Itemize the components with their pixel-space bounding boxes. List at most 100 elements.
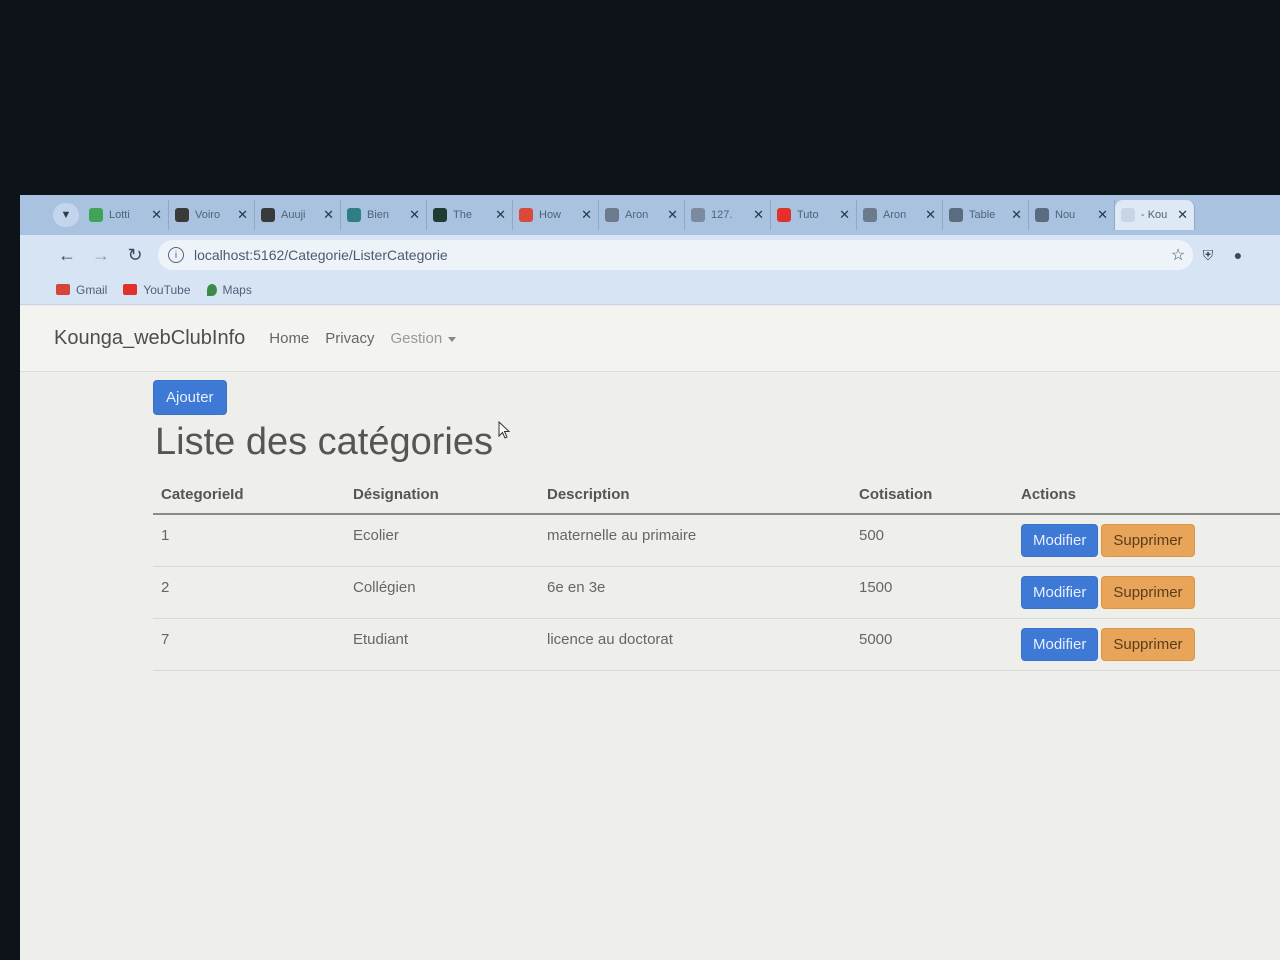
- edit-button[interactable]: Modifier: [1021, 628, 1099, 661]
- browser-tab[interactable]: Auuji ✕: [255, 200, 341, 230]
- tab-label: Tuto: [797, 209, 819, 221]
- browser-tab[interactable]: The ✕: [427, 200, 513, 230]
- browser-toolbar: ← → ↻ i localhost:5162/Categorie/ListerC…: [20, 235, 1280, 275]
- youtube-icon: [123, 284, 138, 295]
- delete-button[interactable]: Supprimer: [1101, 628, 1195, 661]
- bookmark-maps[interactable]: Maps: [206, 283, 252, 297]
- tab-favicon-icon: [1121, 208, 1135, 222]
- browser-tab[interactable]: Bien ✕: [341, 200, 427, 230]
- maps-icon: [206, 283, 217, 296]
- cell-designation: Etudiant: [345, 618, 539, 671]
- col-header-id: CategorieId: [153, 478, 345, 515]
- cell-id: 1: [153, 514, 345, 567]
- tab-label: Lotti: [109, 209, 130, 221]
- tab-favicon-icon: [863, 208, 877, 222]
- browser-tab[interactable]: Tuto ✕: [771, 200, 857, 230]
- tab-favicon-icon: [777, 208, 791, 222]
- add-button[interactable]: Ajouter: [153, 380, 227, 415]
- cell-cotisation: 5000: [851, 618, 1013, 671]
- cell-description: 6e en 3e: [539, 566, 851, 619]
- tab-close-icon[interactable]: ✕: [237, 207, 248, 223]
- browser-tab[interactable]: How ✕: [513, 200, 599, 230]
- cell-description: maternelle au primaire: [539, 514, 851, 567]
- tab-close-icon[interactable]: ✕: [839, 207, 850, 223]
- tab-favicon-icon: [691, 208, 705, 222]
- bookmark-youtube[interactable]: YouTube: [123, 283, 191, 297]
- nav-gestion-dropdown[interactable]: Gestion: [390, 330, 457, 347]
- cell-actions: Modifier Supprimer: [1013, 618, 1280, 671]
- tab-close-icon[interactable]: ✕: [1097, 207, 1108, 223]
- nav-gestion-label: Gestion: [390, 330, 443, 347]
- cell-id: 2: [153, 566, 345, 619]
- gmail-icon: [56, 284, 70, 295]
- col-header-actions: Actions: [1013, 478, 1280, 515]
- browser-tab[interactable]: Table ✕: [943, 200, 1029, 230]
- tab-close-icon[interactable]: ✕: [925, 207, 936, 223]
- browser-tab[interactable]: Aron ✕: [599, 200, 685, 230]
- cell-cotisation: 500: [851, 514, 1013, 567]
- browser-tab[interactable]: Lotti ✕: [83, 200, 169, 230]
- nav-home[interactable]: Home: [269, 330, 309, 347]
- tab-label: 127.: [711, 209, 733, 221]
- tab-label: Bien: [367, 209, 390, 221]
- page-title: Liste des catégories: [155, 421, 493, 463]
- browser-tab[interactable]: Voiro ✕: [169, 200, 255, 230]
- profile-icon[interactable]: ●: [1223, 247, 1253, 263]
- tab-label: Table: [969, 209, 996, 221]
- tab-favicon-icon: [347, 208, 361, 222]
- tab-favicon-icon: [89, 208, 103, 222]
- tab-close-icon[interactable]: ✕: [581, 207, 592, 223]
- tab-close-icon[interactable]: ✕: [409, 207, 420, 223]
- tab-close-icon[interactable]: ✕: [753, 207, 764, 223]
- tab-label: How: [539, 209, 562, 221]
- col-header-description: Description: [539, 478, 851, 515]
- bookmark-gmail[interactable]: Gmail: [56, 283, 107, 297]
- table-row: 2 Collégien 6e en 3e 1500 Modifier Supprimer: [153, 566, 1280, 619]
- bookmark-label: Gmail: [76, 282, 108, 297]
- table-row: 7 Etudiant licence au doctorat 5000 Modifier…: [153, 618, 1280, 671]
- tab-favicon-icon: [519, 208, 533, 222]
- tab-label: Aron: [625, 209, 649, 221]
- tab-strip: ▼ Lotti ✕ Voiro ✕ Auuji ✕ Bien ✕ The ✕ How ✕ Aron ✕ 12…: [20, 195, 1280, 235]
- tab-favicon-icon: [605, 208, 619, 222]
- browser-tab[interactable]: 127. ✕: [685, 200, 771, 230]
- tab-close-icon[interactable]: ✕: [1177, 207, 1188, 223]
- tab-label: The: [453, 209, 472, 221]
- reload-icon[interactable]: ↻: [118, 245, 152, 266]
- tab-favicon-icon: [949, 208, 963, 222]
- tab-close-icon[interactable]: ✕: [667, 207, 678, 223]
- tab-close-icon[interactable]: ✕: [323, 207, 334, 223]
- tab-close-icon[interactable]: ✕: [495, 207, 506, 223]
- site-navbar: Kounga_webClubInfo Home Privacy Gestion: [20, 306, 1280, 372]
- browser-tab[interactable]: - Kou ✕: [1115, 200, 1195, 230]
- cell-id: 7: [153, 618, 345, 671]
- tab-favicon-icon: [1035, 208, 1049, 222]
- tab-label: Voiro: [195, 209, 221, 221]
- tab-close-icon[interactable]: ✕: [1011, 207, 1022, 223]
- tab-close-icon[interactable]: ✕: [151, 207, 162, 223]
- bookmarks-bar: Gmail YouTube Maps: [20, 275, 1280, 305]
- browser-tab[interactable]: Aron ✕: [857, 200, 943, 230]
- tab-search-button[interactable]: ▼: [53, 203, 79, 227]
- edit-button[interactable]: Modifier: [1021, 576, 1099, 609]
- tabs-container: Lotti ✕ Voiro ✕ Auuji ✕ Bien ✕ The ✕ How ✕ Aron ✕ 127.…: [83, 200, 1195, 230]
- shield-extension-icon[interactable]: ⛨: [1193, 247, 1223, 264]
- address-bar[interactable]: i localhost:5162/Categorie/ListerCategor…: [158, 240, 1193, 270]
- tab-label: Auuji: [281, 209, 306, 221]
- cell-actions: Modifier Supprimer: [1013, 514, 1280, 567]
- browser-tab[interactable]: Nou ✕: [1029, 200, 1115, 230]
- delete-button[interactable]: Supprimer: [1101, 576, 1195, 609]
- site-info-icon[interactable]: i: [168, 247, 184, 263]
- back-icon[interactable]: ←: [50, 245, 84, 266]
- bookmark-star-icon[interactable]: ☆: [1163, 245, 1193, 265]
- cell-actions: Modifier Supprimer: [1013, 566, 1280, 619]
- main-content: Ajouter Liste des catégories CategorieId…: [153, 380, 1280, 671]
- table-row: 1 Ecolier maternelle au primaire 500 Modifie…: [153, 514, 1280, 567]
- url-text: localhost:5162/Categorie/ListerCategorie: [194, 247, 448, 263]
- site-brand[interactable]: Kounga_webClubInfo: [54, 327, 245, 350]
- cell-designation: Ecolier: [345, 514, 539, 567]
- delete-button[interactable]: Supprimer: [1101, 524, 1195, 557]
- forward-icon[interactable]: →: [84, 245, 118, 266]
- nav-privacy[interactable]: Privacy: [325, 330, 374, 347]
- edit-button[interactable]: Modifier: [1021, 524, 1099, 557]
